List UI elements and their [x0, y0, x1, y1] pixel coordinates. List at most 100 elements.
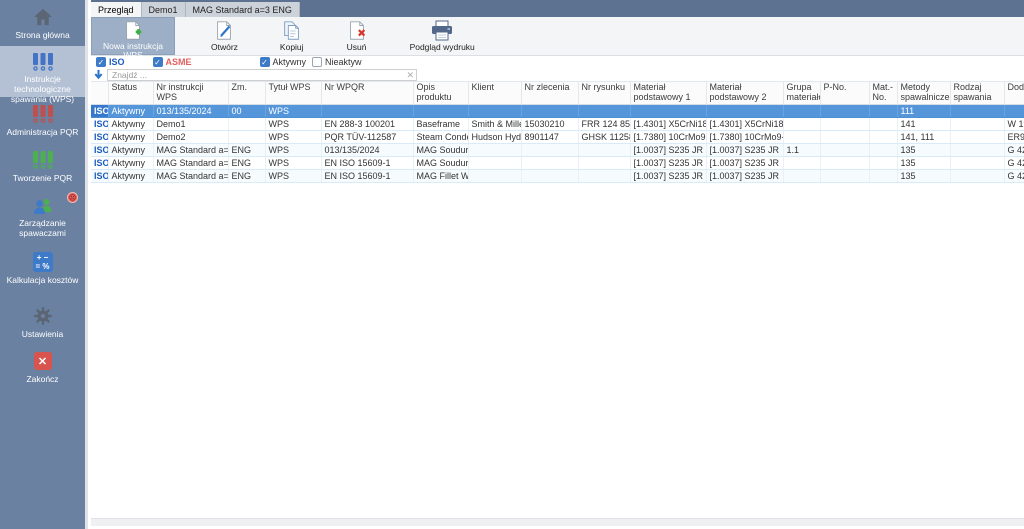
column-header[interactable]: Metody spawalnicze: [897, 82, 950, 104]
row-indicator-cell[interactable]: ISO: [91, 169, 108, 182]
filter-asme[interactable]: ✓ ASME: [153, 57, 192, 67]
grid-cell[interactable]: Aktywny: [108, 169, 153, 182]
grid-cell[interactable]: [869, 169, 897, 182]
grid-cell[interactable]: GHSK 112581 ...: [578, 130, 630, 143]
open-button[interactable]: Otwórz: [201, 17, 248, 55]
column-header[interactable]: Mat.-No.: [869, 82, 897, 104]
find-arrow-icon[interactable]: [93, 69, 104, 80]
grid-cell[interactable]: [521, 143, 578, 156]
new-wps-button[interactable]: Nowa instrukcja WPS: [91, 17, 175, 55]
grid-cell[interactable]: G 42 5: [1004, 156, 1024, 169]
grid-cell[interactable]: [578, 169, 630, 182]
grid-cell[interactable]: WPS: [265, 143, 321, 156]
delete-button[interactable]: Usuń: [336, 17, 378, 55]
grid-cell[interactable]: 15030210: [521, 117, 578, 130]
grid-cell[interactable]: G 42 5: [1004, 169, 1024, 182]
grid-cell[interactable]: PQR TÜV-112587: [321, 130, 413, 143]
grid-cell[interactable]: Aktywny: [108, 117, 153, 130]
horizontal-scrollbar[interactable]: [91, 518, 1024, 526]
grid-cell[interactable]: [630, 104, 706, 117]
column-header[interactable]: Opis produktu: [413, 82, 468, 104]
column-header[interactable]: Nr rysunku: [578, 82, 630, 104]
grid-cell[interactable]: [869, 143, 897, 156]
grid-row[interactable]: ISOAktywnyMAG Standard a=4ENGWPSEN ISO 1…: [91, 156, 1024, 169]
grid-cell[interactable]: MAG Fillet Weld: [413, 169, 468, 182]
nieaktywny-checkbox[interactable]: [312, 57, 322, 67]
search-input[interactable]: [108, 70, 416, 80]
grid-cell[interactable]: [783, 117, 820, 130]
grid-cell[interactable]: [950, 156, 1004, 169]
grid-cell[interactable]: Aktywny: [108, 104, 153, 117]
row-indicator-cell[interactable]: ISO: [91, 104, 108, 117]
grid-cell[interactable]: WPS: [265, 130, 321, 143]
grid-cell[interactable]: [1.0037] S235 JR: [630, 143, 706, 156]
grid-cell[interactable]: [783, 104, 820, 117]
tab-demo1[interactable]: Demo1: [142, 2, 186, 17]
grid-cell[interactable]: EN 288-3 100201: [321, 117, 413, 130]
grid-cell[interactable]: MAG Soudure...: [413, 143, 468, 156]
grid-cell[interactable]: [521, 156, 578, 169]
grid-cell[interactable]: [783, 169, 820, 182]
grid-cell[interactable]: 141, 111: [897, 130, 950, 143]
grid-cell[interactable]: Demo2: [153, 130, 228, 143]
grid-cell[interactable]: Hudson Hydro: [468, 130, 521, 143]
sidebar-item-tworzenie-pqr[interactable]: Tworzenie PQR: [0, 143, 85, 190]
grid-cell[interactable]: [950, 104, 1004, 117]
grid-cell[interactable]: Demo1: [153, 117, 228, 130]
grid-cell[interactable]: ER90S: [1004, 130, 1024, 143]
grid-cell[interactable]: [950, 169, 1004, 182]
column-header[interactable]: Nr instrukcji WPS: [153, 82, 228, 104]
sidebar-item-kalkulacja-kosztow[interactable]: + −= % Kalkulacja kosztów: [0, 239, 85, 292]
grid-cell[interactable]: ENG: [228, 143, 265, 156]
grid-cell[interactable]: [820, 130, 869, 143]
grid-cell[interactable]: [869, 117, 897, 130]
grid-cell[interactable]: [950, 117, 1004, 130]
copy-button[interactable]: Kopiuj: [270, 17, 314, 55]
grid-cell[interactable]: [413, 104, 468, 117]
grid-cell[interactable]: [468, 143, 521, 156]
grid-cell[interactable]: [1.0037] S235 JR: [706, 156, 783, 169]
row-indicator-cell[interactable]: ISO: [91, 143, 108, 156]
grid-cell[interactable]: FRR 124 854: [578, 117, 630, 130]
grid-cell[interactable]: 135: [897, 169, 950, 182]
grid-cell[interactable]: 141: [897, 117, 950, 130]
filter-aktywny[interactable]: ✓ Aktywny: [260, 57, 307, 67]
grid-cell[interactable]: [578, 156, 630, 169]
grid-cell[interactable]: ENG: [228, 169, 265, 182]
sidebar-item-strona-glowna[interactable]: Strona główna: [0, 0, 85, 46]
grid-row[interactable]: ISOAktywny013/135/202400WPS111: [91, 104, 1024, 117]
grid-cell[interactable]: [820, 104, 869, 117]
column-header[interactable]: Tytuł WPS: [265, 82, 321, 104]
sidebar-item-ustawienia[interactable]: Ustawienia: [0, 292, 85, 342]
column-header[interactable]: Nr WPQR: [321, 82, 413, 104]
grid-cell[interactable]: WPS: [265, 169, 321, 182]
grid-cell[interactable]: [521, 104, 578, 117]
grid-cell[interactable]: G 42 5: [1004, 143, 1024, 156]
grid-cell[interactable]: 1.1: [783, 143, 820, 156]
grid-cell[interactable]: WPS: [265, 117, 321, 130]
grid-row[interactable]: ISOAktywnyMAG Standard a=5ENGWPSEN ISO 1…: [91, 169, 1024, 182]
grid-cell[interactable]: [820, 156, 869, 169]
grid-cell[interactable]: 013/135/2024: [321, 143, 413, 156]
column-header[interactable]: Status: [108, 82, 153, 104]
sidebar-item-administracja-pqr[interactable]: Administracja PQR: [0, 97, 85, 143]
grid-cell[interactable]: [869, 104, 897, 117]
grid-cell[interactable]: 013/135/2024: [153, 104, 228, 117]
grid-row[interactable]: ISOAktywnyMAG Standard a=3ENGWPS013/135/…: [91, 143, 1024, 156]
grid-cell[interactable]: [1.0037] S235 JR: [706, 143, 783, 156]
column-header[interactable]: P-No.: [820, 82, 869, 104]
grid-cell[interactable]: [228, 130, 265, 143]
grid-cell[interactable]: 111: [897, 104, 950, 117]
grid-cell[interactable]: [578, 104, 630, 117]
grid-cell[interactable]: [783, 130, 820, 143]
filter-nieaktywny[interactable]: Nieaktyw: [312, 57, 362, 67]
grid-cell[interactable]: [869, 130, 897, 143]
grid-cell[interactable]: [1.7380] 10CrMo9-10: [706, 130, 783, 143]
grid-cell[interactable]: [869, 156, 897, 169]
column-header[interactable]: [91, 82, 108, 104]
grid-cell[interactable]: [1.0037] S235 JR: [706, 169, 783, 182]
column-header[interactable]: Dodatek: [1004, 82, 1024, 104]
grid-cell[interactable]: EN ISO 15609-1: [321, 156, 413, 169]
aktywny-checkbox[interactable]: ✓: [260, 57, 270, 67]
sidebar-item-zakoncz[interactable]: ✕ Zakończ: [0, 342, 85, 388]
